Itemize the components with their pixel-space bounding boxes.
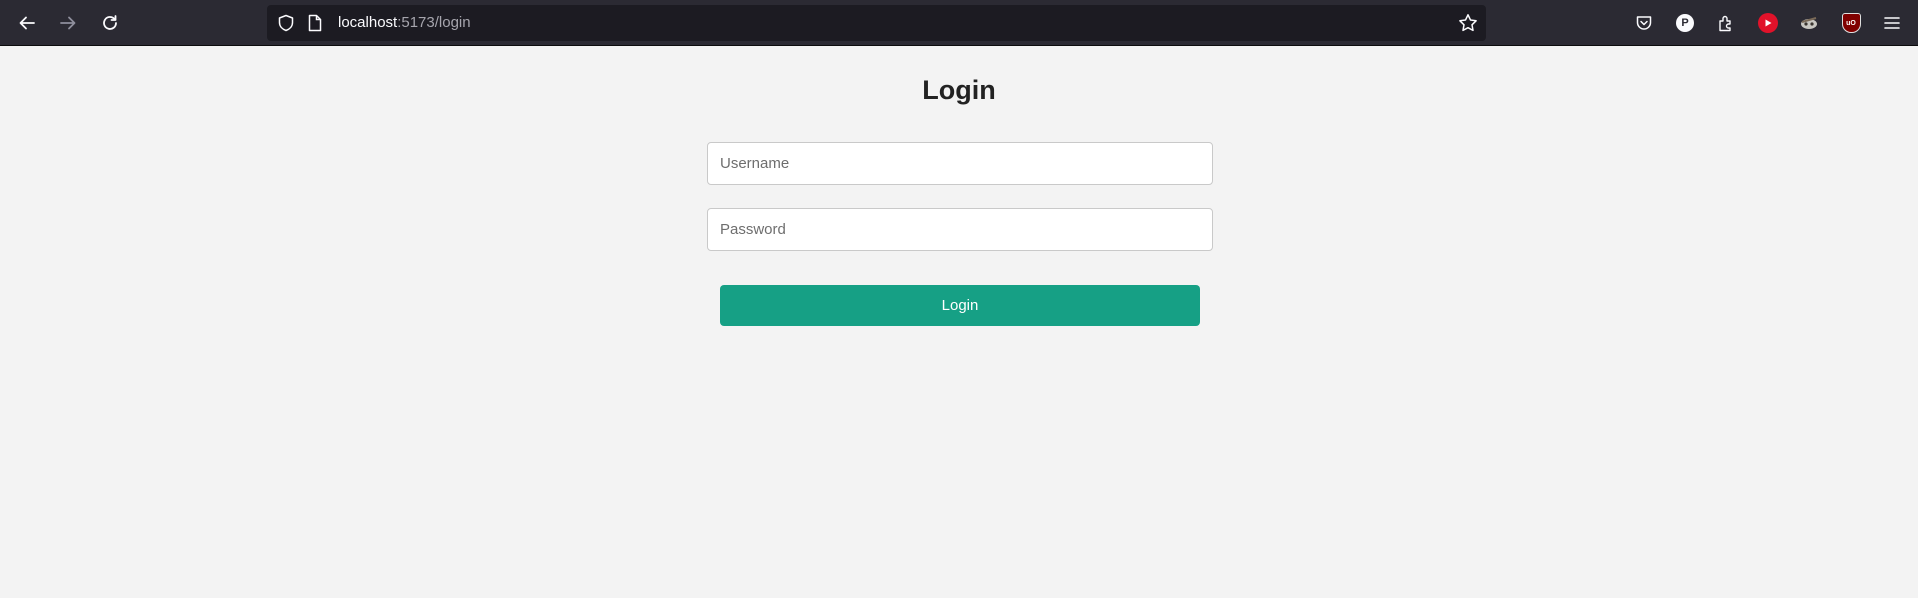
back-button[interactable] xyxy=(11,7,43,39)
extension-icon xyxy=(1801,17,1817,29)
forward-button[interactable] xyxy=(52,7,84,39)
menu-button[interactable] xyxy=(1881,12,1903,34)
profile-icon: P xyxy=(1676,14,1694,32)
shield-icon[interactable] xyxy=(277,14,295,32)
page-icon[interactable] xyxy=(307,14,323,32)
extensions-button[interactable] xyxy=(1715,12,1737,34)
youtube-extension-icon xyxy=(1758,13,1778,33)
pocket-icon xyxy=(1636,16,1652,30)
menu-icon xyxy=(1884,17,1900,29)
back-icon xyxy=(19,16,35,30)
profile-button[interactable]: P xyxy=(1674,12,1696,34)
login-button[interactable]: Login xyxy=(720,285,1200,326)
extension-button[interactable] xyxy=(1798,12,1820,34)
url-path: :5173/login xyxy=(397,14,471,31)
url-host: localhost xyxy=(338,14,398,31)
pocket-button[interactable] xyxy=(1633,12,1655,34)
password-input[interactable] xyxy=(707,208,1213,251)
ublock-origin-button[interactable]: uO xyxy=(1840,12,1862,34)
extensions-icon xyxy=(1719,15,1731,32)
reload-icon xyxy=(103,15,117,30)
browser-toolbar: localhost:5173/login P uO xyxy=(0,0,1918,46)
username-input[interactable] xyxy=(707,142,1213,185)
forward-icon xyxy=(60,16,76,30)
page-title: Login xyxy=(922,75,996,105)
address-bar[interactable]: localhost:5173/login xyxy=(267,5,1486,41)
ublock-origin-icon: uO xyxy=(1841,13,1861,33)
url-text[interactable]: localhost:5173/login xyxy=(338,14,471,32)
reload-button[interactable] xyxy=(94,7,126,39)
youtube-extension-button[interactable] xyxy=(1757,12,1779,34)
profile-letter: P xyxy=(1681,17,1689,29)
ublock-origin-label: uO xyxy=(1846,19,1856,27)
bookmark-star-icon[interactable] xyxy=(1458,13,1478,33)
